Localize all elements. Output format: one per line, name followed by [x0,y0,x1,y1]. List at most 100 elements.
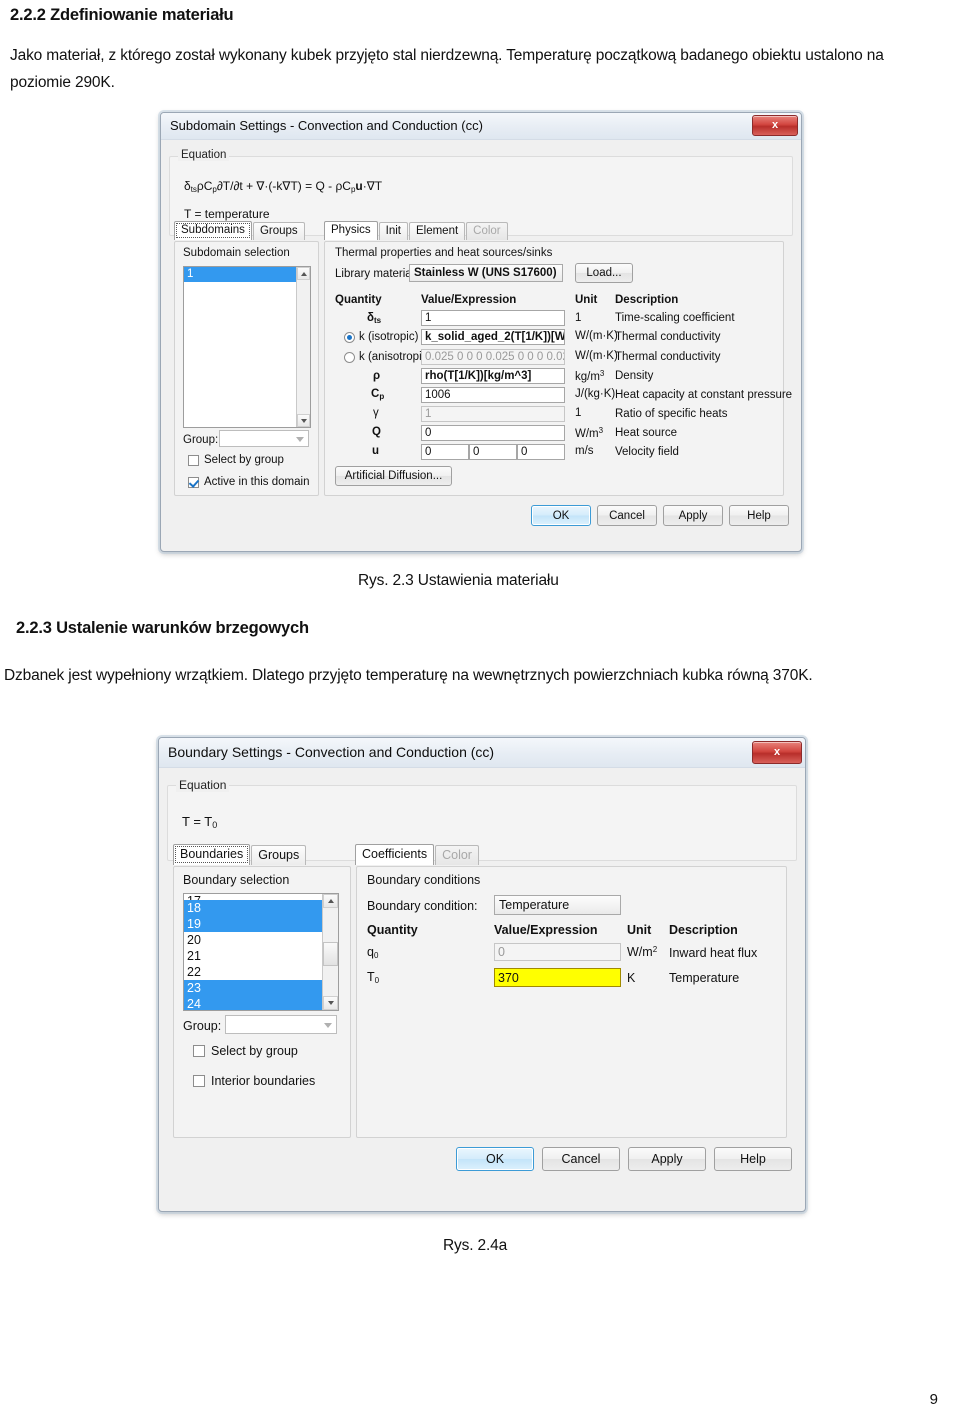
quantity-q0: q0 [367,945,379,960]
k-isotropic-radio[interactable] [344,332,355,343]
value-cp[interactable]: 1006 [421,387,565,403]
value-t0[interactable]: 370 [494,968,621,987]
tab-subdomains[interactable]: Subdomains [174,221,252,240]
k-anisotropic-radio[interactable] [344,352,355,363]
group-label: Group: [183,434,219,446]
unit-k-isotropic: W/(m·K) [575,330,618,342]
figure-caption-2-3: Rys. 2.3 Ustawienia materiału [358,572,559,589]
list-item[interactable]: 18 [184,900,338,916]
boundary-conditions-legend: Boundary conditions [367,873,481,887]
tab-init[interactable]: Init [378,222,408,240]
help-button[interactable]: Help [729,505,789,526]
boundary-settings-dialog[interactable]: Boundary Settings - Convection and Condu… [158,737,806,1212]
scroll-up-icon[interactable] [297,267,310,280]
value-u-x[interactable]: 0 [421,444,469,460]
close-icon[interactable]: x [752,115,798,136]
interior-boundaries-checkbox[interactable] [193,1075,205,1087]
boundary-condition-combo[interactable]: Temperature [494,895,621,915]
tab-coefficients[interactable]: Coefficients [355,844,435,865]
column-header-quantity: Quantity [335,294,382,306]
listbox-scrollbar[interactable] [296,267,310,427]
section-heading-2-2-3: 2.2.3 Ustalenie warunków brzegowych [16,619,309,637]
equation-legend: Equation [176,778,230,792]
unit-cp: J/(kg·K) [575,388,616,400]
unit-gamma: 1 [575,407,582,419]
value-q0[interactable]: 0 [494,943,621,961]
listbox-scrollbar[interactable] [322,894,338,1010]
description-u: Velocity field [615,446,679,458]
apply-button[interactable]: Apply [663,505,723,526]
help-button[interactable]: Help [714,1147,792,1171]
list-item[interactable]: 22 [184,964,338,980]
tab-groups[interactable]: Groups [252,222,305,240]
load-button[interactable]: Load... [575,263,633,283]
column-header-value: Value/Expression [494,923,598,937]
right-tabs[interactable]: Physics Init Element Color [324,221,509,240]
ok-button[interactable]: OK [531,505,591,526]
tab-groups[interactable]: Groups [251,845,307,865]
list-item[interactable]: 19 [184,916,338,932]
group-combo[interactable] [219,430,309,447]
unit-k-anisotropic: W/(m·K) [575,350,618,362]
column-header-description: Description [615,294,679,306]
value-u-y[interactable]: 0 [469,444,517,460]
apply-button[interactable]: Apply [628,1147,706,1171]
value-u-z[interactable]: 0 [517,444,565,460]
subdomain-selection-legend: Subdomain selection [183,247,290,259]
value-rho[interactable]: rho(T[1/K])[kg/m^3] [421,368,565,384]
boundary-selection-legend: Boundary selection [183,873,290,887]
artificial-diffusion-button[interactable]: Artificial Diffusion... [335,466,452,486]
value-delta-ts[interactable]: 1 [421,310,565,326]
unit-u: m/s [575,445,594,457]
active-in-domain-checkbox[interactable] [188,477,199,488]
tab-boundaries[interactable]: Boundaries [173,844,251,865]
left-tabs[interactable]: Boundaries Groups [173,844,307,865]
unit-t0: K [627,971,636,985]
list-item[interactable]: 24 [184,996,338,1010]
scrollbar-thumb[interactable] [323,942,338,966]
close-icon[interactable]: x [752,741,802,764]
description-t0: Temperature [669,971,740,985]
scroll-up-icon[interactable] [323,894,338,908]
tab-physics[interactable]: Physics [324,221,378,240]
unit-delta-ts: 1 [575,312,582,324]
section-heading-2-2-2: 2.2.2 Zdefiniowanie materiału [10,6,234,24]
group-combo[interactable] [225,1015,337,1034]
description-cp: Heat capacity at constant pressure [615,389,793,401]
list-item[interactable]: 21 [184,948,338,964]
cancel-button[interactable]: Cancel [597,505,657,526]
value-k-anisotropic[interactable]: 0.025 0 0 0 0.025 0 0 0 0.025 [421,349,565,365]
value-q[interactable]: 0 [421,425,565,441]
select-by-group-checkbox[interactable] [188,455,199,466]
quantity-t0: T0 [367,970,380,985]
dialog-title-text: Subdomain Settings - Convection and Cond… [170,118,483,133]
equation-formula: T = T0 [182,814,218,830]
scroll-down-icon[interactable] [297,414,310,427]
scroll-down-icon[interactable] [323,996,338,1010]
value-k-isotropic[interactable]: k_solid_aged_2(T[1/K])[W [421,329,565,345]
thermal-properties-legend: Thermal properties and heat sources/sink… [335,247,553,259]
tab-element[interactable]: Element [408,222,466,240]
value-gamma[interactable]: 1 [421,406,565,422]
description-gamma: Ratio of specific heats [615,408,728,420]
boundary-listbox[interactable]: 17 18 19 20 21 22 23 24 [183,893,339,1011]
equation-formula: δtsρCp∂T/∂t + ∇·(-k∇T) = Q - ρCpu·∇T [184,179,383,194]
list-item[interactable]: 1 [184,267,310,282]
left-tabs[interactable]: Subdomains Groups [174,221,306,240]
cancel-button[interactable]: Cancel [542,1147,620,1171]
description-rho: Density [615,370,654,382]
right-tabs[interactable]: Coefficients Color [355,844,480,865]
ok-button[interactable]: OK [456,1147,534,1171]
description-q: Heat source [615,427,678,439]
list-item[interactable]: 20 [184,932,338,948]
thermal-properties-panel: Thermal properties and heat sources/sink… [324,241,792,496]
paragraph-boundary: Dzbanek jest wypełniony wrzątkiem. Dlate… [4,667,813,684]
select-by-group-label: Select by group [204,454,284,466]
interior-boundaries-label: Interior boundaries [211,1074,316,1088]
subdomain-settings-dialog[interactable]: Subdomain Settings - Convection and Cond… [160,112,802,552]
select-by-group-checkbox[interactable] [193,1045,205,1057]
list-item[interactable]: 23 [184,980,338,996]
library-material-combo[interactable]: Stainless W (UNS S17600) [409,264,563,282]
group-label: Group: [183,1019,222,1033]
subdomain-listbox[interactable]: 1 [183,266,311,428]
